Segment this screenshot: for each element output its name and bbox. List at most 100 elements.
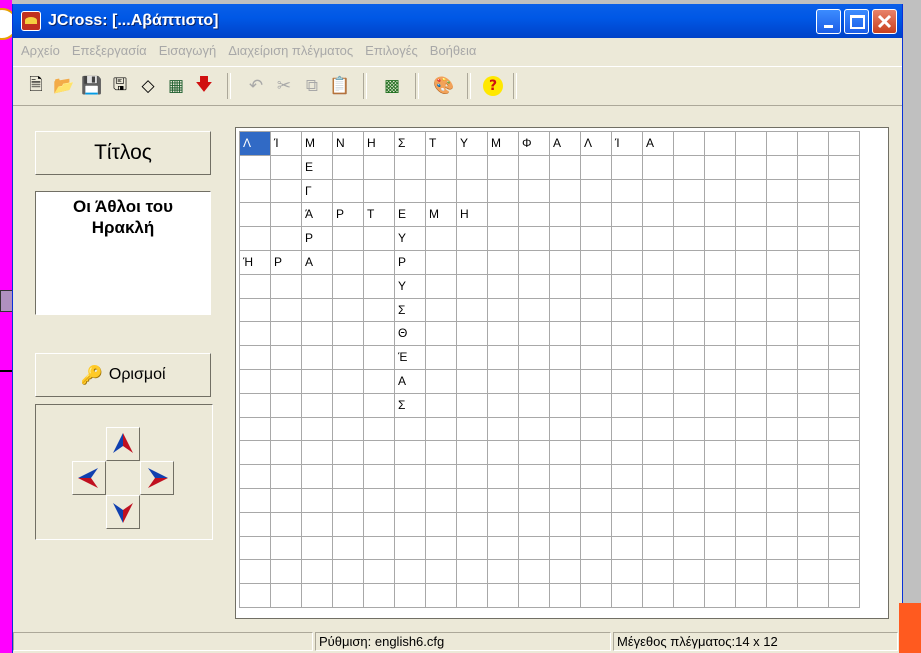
- grid-cell[interactable]: Ί: [612, 132, 643, 156]
- grid-cell[interactable]: [581, 441, 612, 466]
- grid-cell[interactable]: [705, 298, 736, 323]
- grid-cell[interactable]: Ρ: [333, 203, 364, 228]
- grid-cell[interactable]: [705, 155, 736, 180]
- grid-cell[interactable]: [674, 132, 705, 156]
- grid-cell[interactable]: [271, 488, 302, 513]
- grid-cell[interactable]: [395, 536, 426, 561]
- grid-cell[interactable]: [333, 250, 364, 275]
- grid-cell[interactable]: [457, 274, 488, 299]
- grid-cell[interactable]: [829, 155, 860, 180]
- grid-cell[interactable]: [457, 369, 488, 394]
- crossword-grid[interactable]: ΛΊΜΝΗΣΤΥΜΦΑΛΊΑΕΓΆΡΤΕΜΗΡΥΉΡΑΡΥΣΘΈΑΣ: [239, 131, 860, 608]
- grid-cell[interactable]: [798, 155, 829, 180]
- eraser-button[interactable]: ◇: [135, 73, 161, 99]
- grid-cell[interactable]: [705, 512, 736, 537]
- grid-cell[interactable]: [612, 346, 643, 370]
- grid-cell[interactable]: [767, 250, 798, 275]
- grid-cell[interactable]: [643, 203, 674, 228]
- grid-cell[interactable]: [271, 393, 302, 418]
- grid-cell[interactable]: [302, 322, 333, 347]
- grid-cell[interactable]: [643, 488, 674, 513]
- grid-cell[interactable]: Α: [395, 369, 426, 394]
- grid-cell[interactable]: [364, 274, 395, 299]
- grid-cell[interactable]: [457, 250, 488, 275]
- grid-cell[interactable]: [705, 584, 736, 608]
- save-button[interactable]: 💾: [79, 73, 105, 99]
- grid-cell[interactable]: [798, 393, 829, 418]
- grid-cell[interactable]: [550, 179, 581, 204]
- grid-cell[interactable]: [457, 512, 488, 537]
- grid-cell[interactable]: [705, 441, 736, 466]
- grid-cell[interactable]: [767, 274, 798, 299]
- grid-cell[interactable]: [705, 536, 736, 561]
- grid-cell[interactable]: [829, 274, 860, 299]
- grid-cell[interactable]: [519, 179, 550, 204]
- grid-cell[interactable]: [240, 512, 271, 537]
- grid-cell[interactable]: [302, 560, 333, 585]
- grid-cell[interactable]: [457, 346, 488, 370]
- grid-cell[interactable]: [736, 512, 767, 537]
- grid-cell[interactable]: Φ: [519, 132, 550, 156]
- grid-cell[interactable]: [550, 155, 581, 180]
- grid-cell[interactable]: [736, 155, 767, 180]
- grid-cell[interactable]: [457, 584, 488, 608]
- grid-cell[interactable]: [767, 417, 798, 442]
- grid-cell[interactable]: [333, 346, 364, 370]
- grid-cell[interactable]: [705, 465, 736, 489]
- grid-cell[interactable]: [643, 274, 674, 299]
- grid-cell[interactable]: [457, 322, 488, 347]
- grid-cell[interactable]: [798, 369, 829, 394]
- grid-cell[interactable]: [240, 488, 271, 513]
- grid-cell[interactable]: [395, 465, 426, 489]
- grid-cell[interactable]: [302, 298, 333, 323]
- grid-cell[interactable]: [519, 560, 550, 585]
- grid-cell[interactable]: [829, 488, 860, 513]
- grid-cell[interactable]: [364, 441, 395, 466]
- grid-cell[interactable]: [829, 512, 860, 537]
- grid-cell[interactable]: [488, 250, 519, 275]
- grid-cell[interactable]: [240, 417, 271, 442]
- grid-cell[interactable]: [581, 536, 612, 561]
- grid-cell[interactable]: Μ: [426, 203, 457, 228]
- grid-cell[interactable]: [488, 274, 519, 299]
- save-as-button[interactable]: 🖫: [107, 73, 133, 99]
- grid-cell[interactable]: [705, 179, 736, 204]
- grid-cell[interactable]: [519, 274, 550, 299]
- grid-cell[interactable]: [767, 179, 798, 204]
- grid-cell[interactable]: [488, 512, 519, 537]
- grid-cell[interactable]: [426, 322, 457, 347]
- grid-cell[interactable]: [519, 227, 550, 251]
- grid-cell[interactable]: [364, 584, 395, 608]
- maximize-button[interactable]: [844, 9, 869, 34]
- grid-cell[interactable]: [767, 536, 798, 561]
- grid-cell[interactable]: [736, 322, 767, 347]
- grid-cell[interactable]: [705, 417, 736, 442]
- grid-cell[interactable]: [643, 417, 674, 442]
- grid-cell[interactable]: [426, 512, 457, 537]
- new-file-button[interactable]: 🗎: [23, 73, 49, 99]
- grid-cell[interactable]: [333, 488, 364, 513]
- grid-cell[interactable]: [798, 322, 829, 347]
- grid-cell[interactable]: [519, 465, 550, 489]
- grid-cell[interactable]: [457, 441, 488, 466]
- grid-cell[interactable]: [674, 322, 705, 347]
- grid-cell[interactable]: [674, 536, 705, 561]
- grid-cell[interactable]: [829, 393, 860, 418]
- grid-cell[interactable]: [767, 322, 798, 347]
- grid-cell[interactable]: [612, 227, 643, 251]
- grid-cell[interactable]: [271, 512, 302, 537]
- grid-cell[interactable]: Θ: [395, 322, 426, 347]
- title-button[interactable]: Τίτλος: [35, 131, 211, 175]
- grid-cell[interactable]: [798, 274, 829, 299]
- grid-cell[interactable]: Λ: [240, 132, 271, 156]
- grid-cell[interactable]: [829, 536, 860, 561]
- grid-cell[interactable]: [395, 584, 426, 608]
- grid-cell[interactable]: Η: [457, 203, 488, 228]
- grid-cell[interactable]: [643, 155, 674, 180]
- grid-cell[interactable]: [550, 346, 581, 370]
- grid-cell[interactable]: [240, 465, 271, 489]
- grid-cell[interactable]: [798, 298, 829, 323]
- grid-cell[interactable]: [457, 393, 488, 418]
- grid-cell[interactable]: [333, 322, 364, 347]
- grid-cell[interactable]: [333, 441, 364, 466]
